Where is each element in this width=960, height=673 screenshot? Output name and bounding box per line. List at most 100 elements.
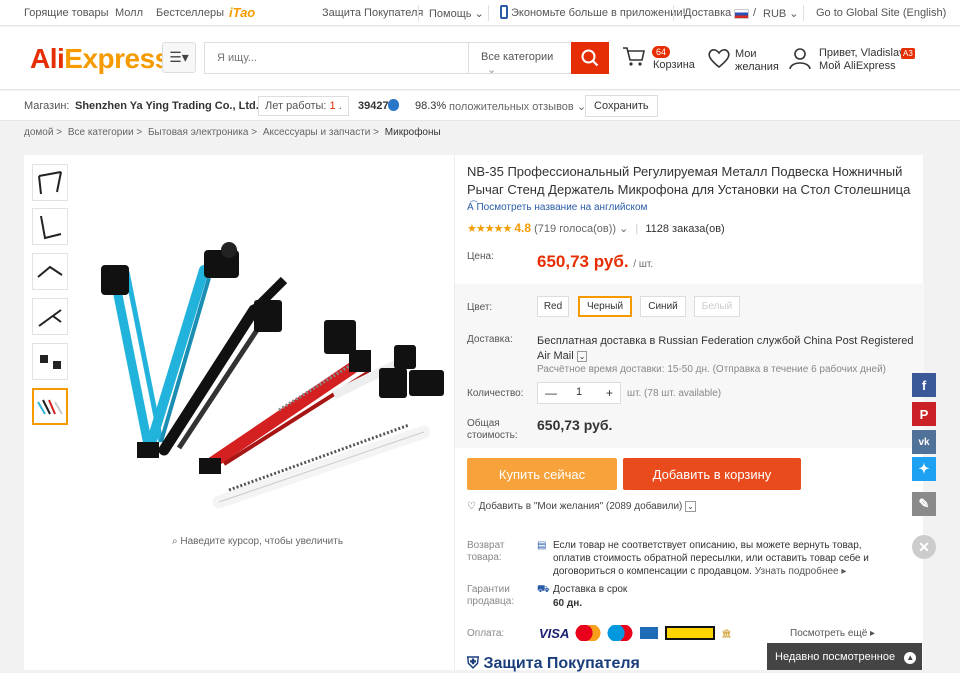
store-name-link[interactable]: Shenzhen Ya Ying Trading Co., Ltd.: [75, 100, 259, 112]
add-to-cart-button[interactable]: Добавить в корзину: [623, 458, 801, 490]
ship-to-selector[interactable]: Доставка в: [684, 7, 740, 19]
thumbnail-5[interactable]: [32, 343, 68, 380]
buyer-protection-link[interactable]: Защита Покупателя: [322, 7, 423, 19]
color-option-white[interactable]: Белый: [694, 296, 740, 317]
user-icon: [789, 48, 811, 70]
phone-icon: [500, 5, 508, 19]
payment-methods: VISA 🏛: [539, 625, 732, 641]
itao-logo[interactable]: iTao: [229, 5, 255, 20]
shield-icon: ⛨: [467, 655, 480, 672]
mastercard-icon: [575, 625, 602, 641]
zoom-hint: ⌕ Наведите курсор, чтобы увеличить: [172, 536, 344, 547]
heart-icon: ♡: [467, 501, 476, 512]
shipping-label: Доставка:: [467, 334, 513, 345]
hot-products-link[interactable]: Горящие товары: [24, 7, 109, 19]
hamburger-icon: ☰▾: [169, 49, 189, 65]
add-to-wishlist-link[interactable]: ♡ Добавить в "Мои желания" (2089 добавил…: [467, 501, 696, 512]
vk-share-button[interactable]: vk: [912, 430, 936, 454]
search-button[interactable]: [571, 42, 609, 74]
store-bar: Магазин: Shenzhen Ya Ying Trading Co., L…: [0, 91, 960, 121]
cart-count-badge: 64: [652, 46, 671, 58]
thumbnail-image: [37, 399, 63, 415]
truck-icon: ⛟: [537, 584, 550, 595]
twitter-share-button[interactable]: ✦: [912, 457, 936, 481]
product-main-image[interactable]: [79, 220, 449, 520]
translate-title-link[interactable]: A͡ Посмотреть название на английском: [467, 202, 647, 213]
orders-count: 1128 заказа(ов): [645, 223, 725, 235]
increase-button[interactable]: +: [606, 386, 613, 400]
russia-flag-icon: [734, 9, 749, 19]
price-value: 650,73 руб. / шт.: [537, 252, 654, 271]
breadcrumb-electronics[interactable]: Бытовая электроника: [148, 127, 248, 138]
cart-button[interactable]: 64 Корзина: [622, 41, 702, 77]
bestsellers-link[interactable]: Бестселлеры: [156, 7, 224, 19]
learn-more-link[interactable]: Узнать подробнее ▸: [755, 566, 847, 577]
thumbnail-image: [38, 308, 62, 327]
edit-feedback-button[interactable]: ✎: [912, 492, 936, 516]
western-union-icon: [665, 626, 716, 640]
guarantee-days: 60 дн.: [553, 598, 583, 609]
close-share-button[interactable]: ✕: [912, 535, 936, 559]
vk-icon: vk: [918, 436, 930, 448]
shipping-info[interactable]: Бесплатная доставка в Russian Federation…: [537, 334, 917, 364]
top-bar: Горящие товары Молл Бестселлеры iTao Защ…: [0, 0, 960, 26]
recently-viewed-bar[interactable]: Недавно посмотренное ▲: [767, 643, 922, 670]
star-rating-icon: ★★★★★: [467, 223, 512, 235]
thumbnail-6-selected[interactable]: [32, 388, 68, 425]
magnifier-icon: ⌕: [172, 536, 178, 547]
breadcrumb-microphones[interactable]: Микрофоны: [385, 127, 441, 138]
chevron-up-icon: ▲: [904, 652, 917, 664]
quantity-value[interactable]: 1: [576, 386, 582, 398]
close-icon: ✕: [918, 538, 930, 555]
account-menu[interactable]: Привет, Vladislav Мой AliExpress A3: [788, 41, 953, 77]
votes-link[interactable]: (719 голоса(ов)) ⌄: [534, 223, 628, 235]
category-menu-button[interactable]: ☰▾: [162, 42, 196, 73]
thumbnail-4[interactable]: [32, 298, 68, 335]
return-label: Возврат товара:: [467, 540, 505, 563]
thumbnail-2[interactable]: [32, 208, 68, 245]
return-policy: Если товар не соответствует описанию, вы…: [553, 540, 869, 577]
help-menu[interactable]: Помощь ⌄: [429, 7, 484, 20]
pinterest-icon: P: [919, 406, 929, 422]
chevron-down-icon: ⌄: [474, 8, 484, 20]
breadcrumb-all-categories[interactable]: Все категории: [68, 127, 134, 138]
buy-now-button[interactable]: Купить сейчас: [467, 458, 617, 490]
facebook-share-button[interactable]: f: [912, 373, 936, 397]
color-option-blue[interactable]: Синий: [640, 296, 686, 317]
cart-label: Корзина: [653, 59, 695, 71]
color-option-red[interactable]: Red: [537, 296, 569, 317]
search-box: Все категории ⌄: [204, 42, 571, 76]
breadcrumb-home[interactable]: домой: [24, 127, 53, 138]
thumbnail-1[interactable]: [32, 164, 68, 201]
thumbnail-3[interactable]: [32, 253, 68, 290]
header: AliExpress™ ☰▾ Все категории ⌄ 64 Корзин…: [0, 27, 960, 90]
maestro-icon: [607, 625, 634, 641]
total-label: Общая стоимость:: [467, 418, 518, 441]
thumbnail-image: [38, 170, 62, 194]
rating-row: ★★★★★ 4.8 (719 голоса(ов)) ⌄ | 1128 зака…: [467, 221, 725, 235]
decrease-button[interactable]: —: [545, 386, 557, 400]
return-icon: ▤: [537, 540, 547, 551]
currency-selector[interactable]: RUB ⌄: [763, 7, 799, 20]
app-promo-link[interactable]: Экономьте больше в приложении!: [511, 7, 686, 19]
amex-icon: [639, 626, 660, 640]
product-info: NB-35 Профессиональный Регулируемая Мета…: [454, 155, 924, 672]
thumbnail-image: [40, 215, 62, 239]
save-store-button[interactable]: Сохранить: [585, 95, 658, 117]
breadcrumb-accessories[interactable]: Аксессуары и запчасти: [263, 127, 371, 138]
product-main: ⌕ Наведите курсор, чтобы увеличить NB-35…: [24, 155, 924, 672]
pencil-icon: ✎: [918, 496, 930, 511]
global-site-link[interactable]: Go to Global Site (English): [816, 7, 946, 19]
color-option-black[interactable]: Черный: [578, 296, 632, 317]
search-input[interactable]: [205, 43, 455, 73]
cart-icon: [623, 47, 645, 66]
payment-label: Оплата:: [467, 628, 505, 639]
pinterest-share-button[interactable]: P: [912, 402, 936, 426]
positive-feedback-link[interactable]: положительных отзывов ⌄: [449, 100, 586, 113]
search-category-select[interactable]: Все категории ⌄: [468, 43, 571, 76]
price-label: Цена:: [467, 251, 494, 262]
aliexpress-logo[interactable]: AliExpress™: [30, 43, 178, 75]
mall-link[interactable]: Молл: [115, 7, 143, 19]
more-payment-link[interactable]: Посмотреть ещё ▸: [790, 627, 875, 640]
wishlist-button[interactable]: Мои желания: [707, 41, 787, 77]
